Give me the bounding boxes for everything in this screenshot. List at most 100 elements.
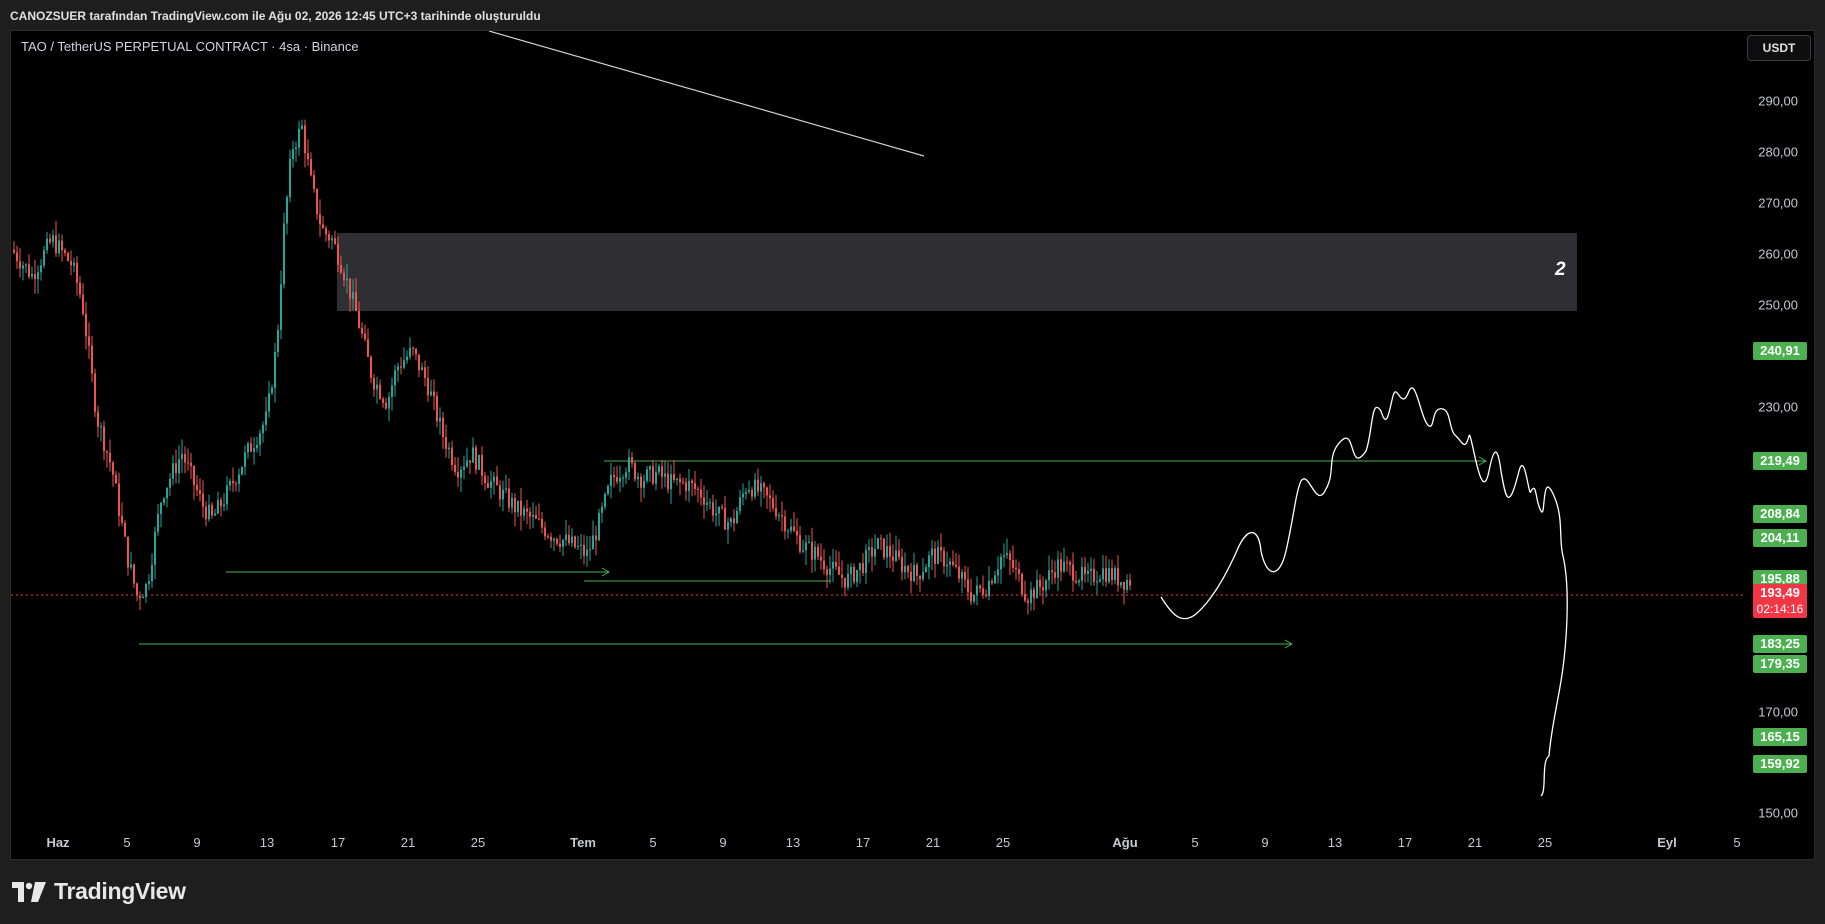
price-badge: 208,84 xyxy=(1753,505,1807,523)
candle-body xyxy=(721,506,723,508)
candle-body xyxy=(271,387,273,394)
candle-body xyxy=(799,535,801,552)
time-tick: 5 xyxy=(1191,835,1199,850)
candle-body xyxy=(259,433,261,445)
candlestick-series xyxy=(13,119,1131,615)
candle-body xyxy=(898,550,900,558)
candle-body xyxy=(91,345,93,374)
candle-body xyxy=(496,476,498,486)
candle-body xyxy=(1102,568,1104,580)
resistance-zone[interactable] xyxy=(337,233,1577,311)
candle-body xyxy=(514,497,516,513)
candle-body xyxy=(577,545,579,548)
candle-body xyxy=(283,223,285,285)
chart-pane[interactable]: TAO / TetherUS PERPETUAL CONTRACT · 4sa … xyxy=(10,30,1815,860)
candle-body xyxy=(997,569,999,576)
currency-button[interactable]: USDT xyxy=(1747,35,1811,61)
candle-body xyxy=(148,581,150,584)
candle-body xyxy=(658,466,660,473)
candle-body xyxy=(265,411,267,425)
candle-body xyxy=(676,478,678,481)
candle-body xyxy=(817,546,819,557)
candle-body xyxy=(901,557,903,573)
candle-body xyxy=(409,347,411,357)
projection-drawing[interactable] xyxy=(1160,387,1568,797)
candle-body xyxy=(829,568,831,575)
candle-body xyxy=(328,234,330,241)
candle-body xyxy=(412,347,414,349)
candle-body xyxy=(994,575,996,584)
candle-body xyxy=(805,542,807,551)
candle-body xyxy=(376,384,378,390)
candle-body xyxy=(1045,580,1047,591)
candle-body xyxy=(526,508,528,512)
candle-body xyxy=(847,573,849,588)
time-tick: Tem xyxy=(570,835,596,850)
candle-body xyxy=(589,549,591,551)
candle-body xyxy=(532,514,534,517)
candle-body xyxy=(88,336,90,346)
candle-body xyxy=(19,261,21,269)
candle-body xyxy=(1126,579,1128,590)
price-badge: 240,91 xyxy=(1753,342,1807,360)
candle-body xyxy=(190,462,192,467)
candle-body xyxy=(445,436,447,450)
candle-body xyxy=(673,474,675,481)
candle-body xyxy=(781,515,783,517)
current-price-value: 193,49 xyxy=(1760,585,1800,600)
candle-body xyxy=(373,377,375,390)
candle-body xyxy=(160,502,162,514)
candle-body xyxy=(679,478,681,483)
candle-body xyxy=(826,569,828,575)
candle-body xyxy=(619,477,621,482)
price-tick: 230,00 xyxy=(1758,399,1798,415)
candle-body xyxy=(307,153,309,160)
candle-body xyxy=(868,547,870,550)
candle-body xyxy=(811,541,813,560)
price-tick: 170,00 xyxy=(1758,704,1798,720)
candle-body xyxy=(502,489,504,500)
candle-body xyxy=(34,273,36,279)
candle-body xyxy=(745,491,747,494)
candle-body xyxy=(802,550,804,552)
candle-body xyxy=(478,454,480,470)
candle-body xyxy=(646,469,648,481)
candle-body xyxy=(697,489,699,491)
trend-line[interactable] xyxy=(488,31,925,157)
candle-body xyxy=(181,454,183,460)
candle-body xyxy=(154,531,156,565)
candle-body xyxy=(187,462,189,464)
candle-body xyxy=(1006,553,1008,556)
candle-body xyxy=(70,260,72,266)
candle-body xyxy=(358,311,360,328)
candle-body xyxy=(778,515,780,517)
price-chart[interactable] xyxy=(11,31,1814,859)
candle-body xyxy=(568,534,570,544)
candle-body xyxy=(1018,569,1020,574)
candle-body xyxy=(256,444,258,449)
candle-body xyxy=(988,580,990,596)
candle-body xyxy=(1084,567,1086,574)
candle-body xyxy=(763,483,765,488)
candle-body xyxy=(469,460,471,463)
candle-body xyxy=(706,502,708,505)
candle-body xyxy=(322,224,324,229)
candle-body xyxy=(499,485,501,500)
candle-body xyxy=(112,462,114,475)
candle-body xyxy=(226,485,228,505)
candle-body xyxy=(919,575,921,580)
candle-body xyxy=(334,238,336,244)
candle-body xyxy=(967,579,969,593)
price-badge: 219,49 xyxy=(1753,452,1807,470)
candle-body xyxy=(46,238,48,251)
tradingview-brand[interactable]: TradingView xyxy=(12,878,186,905)
candle-body xyxy=(520,500,522,516)
candle-body xyxy=(1072,564,1074,581)
symbol-legend[interactable]: TAO / TetherUS PERPETUAL CONTRACT · 4sa … xyxy=(21,39,359,54)
candle-body xyxy=(1042,587,1044,591)
candle-body xyxy=(103,426,105,452)
candle-body xyxy=(379,384,381,399)
candle-body xyxy=(1087,570,1089,574)
candle-body xyxy=(610,474,612,487)
time-tick: Ağu xyxy=(1112,835,1138,850)
